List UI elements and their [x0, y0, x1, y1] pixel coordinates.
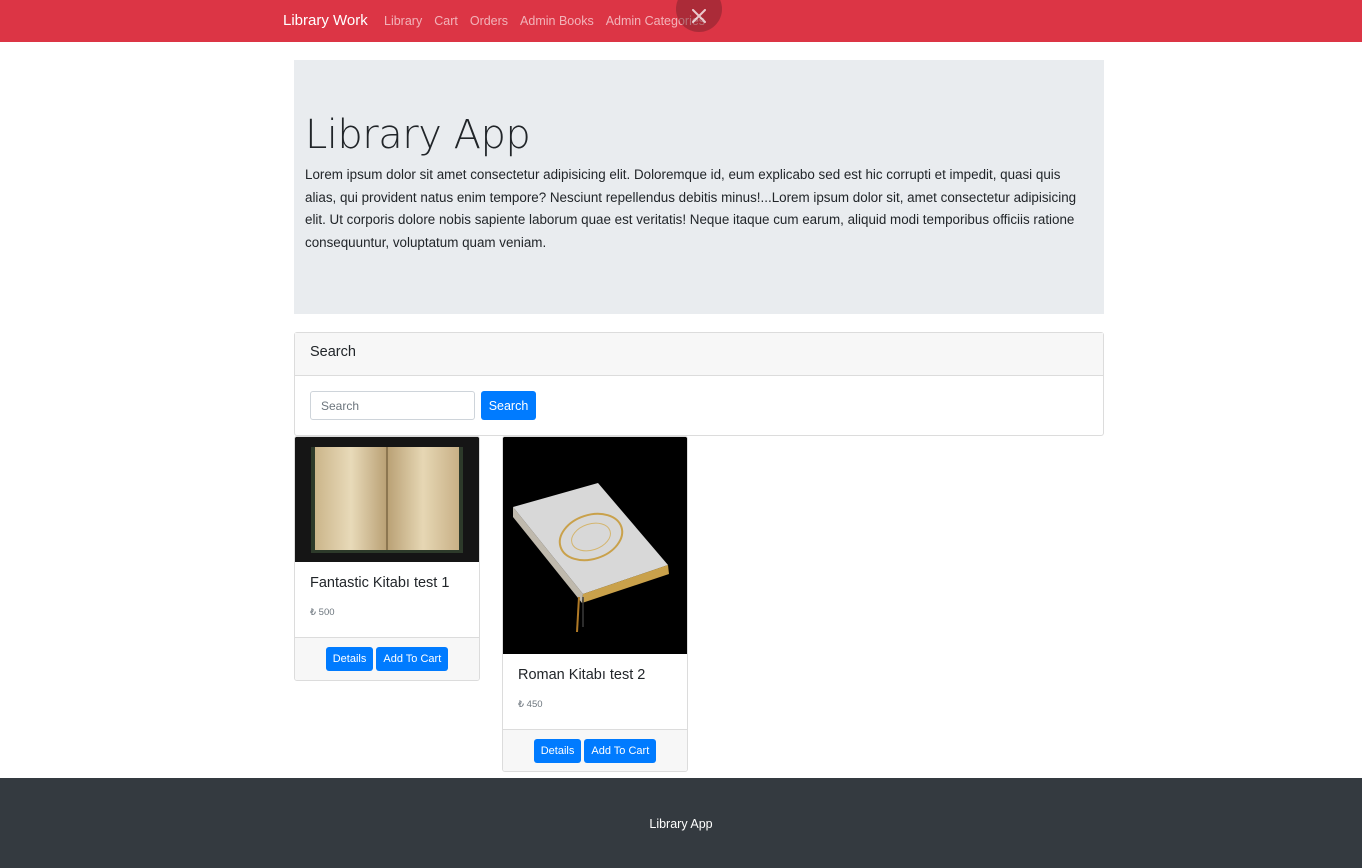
nav-link-library[interactable]: Library	[384, 14, 422, 28]
jumbotron: Library App Lorem ipsum dolor sit amet c…	[294, 60, 1104, 314]
book-image-open-book[interactable]	[295, 437, 479, 562]
book-price: ₺ 450	[518, 699, 543, 710]
nav-link-orders[interactable]: Orders	[470, 14, 508, 28]
search-button[interactable]: Search	[481, 391, 536, 420]
nav-link-admin-books[interactable]: Admin Books	[520, 14, 594, 28]
add-to-cart-button[interactable]: Add To Cart	[584, 739, 657, 763]
details-button[interactable]: Details	[533, 739, 582, 763]
add-to-cart-button[interactable]: Add To Cart	[376, 647, 449, 671]
book-image-closed-book[interactable]	[503, 437, 687, 654]
top-navbar: Library Work Library Cart Orders Admin B…	[0, 0, 1362, 42]
footer-text: Library App	[649, 817, 713, 831]
book-card-body: Fantastic Kitabı test 1 ₺ 500	[295, 562, 479, 637]
search-card-body: Search	[295, 376, 1103, 436]
book-card-footer: Details Add To Cart	[295, 637, 479, 680]
page-title: Library App	[305, 112, 531, 158]
book-title: Fantastic Kitabı test 1	[310, 575, 450, 591]
page-footer: Library App	[0, 778, 1362, 868]
book-card-body: Roman Kitabı test 2 ₺ 450	[503, 654, 687, 729]
close-icon	[692, 8, 706, 23]
book-title: Roman Kitabı test 2	[518, 667, 646, 683]
search-card-header: Search	[295, 333, 1103, 376]
nav-link-cart[interactable]: Cart	[434, 14, 458, 28]
book-card: Fantastic Kitabı test 1 ₺ 500 Details Ad…	[294, 436, 480, 681]
navbar-brand[interactable]: Library Work	[283, 12, 368, 29]
book-card-footer: Details Add To Cart	[503, 729, 687, 771]
jumbotron-text: Lorem ipsum dolor sit amet consectetur a…	[305, 167, 1077, 251]
book-card: Roman Kitabı test 2 ₺ 450 Details Add To…	[502, 436, 688, 772]
nav-links: Library Cart Orders Admin Books Admin Ca…	[384, 14, 705, 28]
search-input[interactable]	[310, 391, 475, 420]
details-button[interactable]: Details	[325, 647, 374, 671]
book-price: ₺ 500	[310, 607, 335, 618]
search-card: Search Search	[294, 332, 1104, 436]
